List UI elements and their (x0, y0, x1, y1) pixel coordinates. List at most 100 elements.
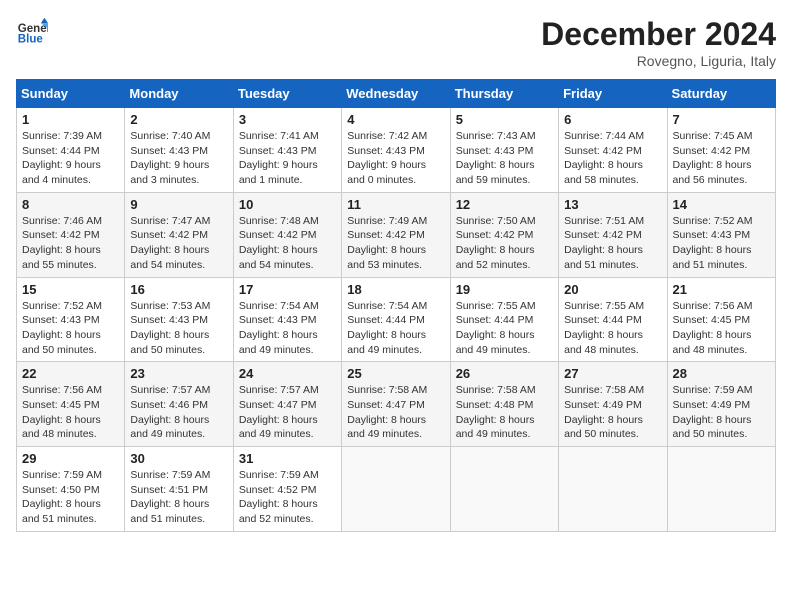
day-info: Sunrise: 7:56 AM Sunset: 4:45 PM Dayligh… (22, 383, 119, 442)
day-number: 26 (456, 366, 553, 381)
day-info: Sunrise: 7:55 AM Sunset: 4:44 PM Dayligh… (456, 299, 553, 358)
calendar-cell: 18Sunrise: 7:54 AM Sunset: 4:44 PM Dayli… (342, 277, 450, 362)
day-info: Sunrise: 7:43 AM Sunset: 4:43 PM Dayligh… (456, 129, 553, 188)
week-row-4: 22Sunrise: 7:56 AM Sunset: 4:45 PM Dayli… (17, 362, 776, 447)
day-number: 6 (564, 112, 661, 127)
day-number: 5 (456, 112, 553, 127)
day-number: 20 (564, 282, 661, 297)
calendar-cell: 28Sunrise: 7:59 AM Sunset: 4:49 PM Dayli… (667, 362, 775, 447)
calendar-cell: 13Sunrise: 7:51 AM Sunset: 4:42 PM Dayli… (559, 192, 667, 277)
day-info: Sunrise: 7:54 AM Sunset: 4:43 PM Dayligh… (239, 299, 336, 358)
calendar-cell: 27 Sunrise: 7:58 AM Sunset: 4:49 PM Dayli… (559, 362, 667, 447)
day-number: 28 (673, 366, 770, 381)
day-info: Sunrise: 7:52 AM Sunset: 4:43 PM Dayligh… (22, 299, 119, 358)
day-info: Sunrise: 7:42 AM Sunset: 4:43 PM Dayligh… (347, 129, 444, 188)
day-info: Sunrise: 7:47 AM Sunset: 4:42 PM Dayligh… (130, 214, 227, 273)
calendar-cell: 29Sunrise: 7:59 AM Sunset: 4:50 PM Dayli… (17, 447, 125, 532)
calendar-cell (667, 447, 775, 532)
day-number: 30 (130, 451, 227, 466)
day-number: 13 (564, 197, 661, 212)
day-number: 10 (239, 197, 336, 212)
weekday-header-friday: Friday (559, 80, 667, 108)
day-info: Sunrise: 7:54 AM Sunset: 4:44 PM Dayligh… (347, 299, 444, 358)
day-number: 16 (130, 282, 227, 297)
day-number: 8 (22, 197, 119, 212)
day-number: 27 (564, 366, 661, 381)
day-info: Sunrise: 7:48 AM Sunset: 4:42 PM Dayligh… (239, 214, 336, 273)
calendar-cell: 3 Sunrise: 7:41 AM Sunset: 4:43 PM Daylig… (233, 108, 341, 193)
day-number: 21 (673, 282, 770, 297)
day-info: Sunrise: 7:59 AM Sunset: 4:51 PM Dayligh… (130, 468, 227, 527)
week-row-3: 15 Sunrise: 7:52 AM Sunset: 4:43 PM Dayli… (17, 277, 776, 362)
calendar-cell (559, 447, 667, 532)
calendar-cell: 31 Sunrise: 7:59 AM Sunset: 4:52 PM Dayli… (233, 447, 341, 532)
month-title: December 2024 (541, 16, 776, 53)
calendar-cell: 30 Sunrise: 7:59 AM Sunset: 4:51 PM Dayli… (125, 447, 233, 532)
day-number: 15 (22, 282, 119, 297)
week-row-2: 8 Sunrise: 7:46 AM Sunset: 4:42 PM Daylig… (17, 192, 776, 277)
day-info: Sunrise: 7:53 AM Sunset: 4:43 PM Dayligh… (130, 299, 227, 358)
day-info: Sunrise: 7:59 AM Sunset: 4:52 PM Dayligh… (239, 468, 336, 527)
calendar-cell: 2Sunrise: 7:40 AM Sunset: 4:43 PM Daylig… (125, 108, 233, 193)
calendar-cell (342, 447, 450, 532)
weekday-header-thursday: Thursday (450, 80, 558, 108)
day-number: 31 (239, 451, 336, 466)
week-row-1: 1 Sunrise: 7:39 AM Sunset: 4:44 PM Daylig… (17, 108, 776, 193)
calendar-cell: 4 Sunrise: 7:42 AM Sunset: 4:43 PM Daylig… (342, 108, 450, 193)
calendar-cell: 16 Sunrise: 7:53 AM Sunset: 4:43 PM Dayli… (125, 277, 233, 362)
weekday-header-row: SundayMondayTuesdayWednesdayThursdayFrid… (17, 80, 776, 108)
logo: General Blue (16, 16, 48, 48)
day-number: 12 (456, 197, 553, 212)
page-header: General Blue December 2024 Rovegno, Ligu… (16, 16, 776, 69)
calendar-cell: 24Sunrise: 7:57 AM Sunset: 4:47 PM Dayli… (233, 362, 341, 447)
weekday-header-tuesday: Tuesday (233, 80, 341, 108)
day-info: Sunrise: 7:58 AM Sunset: 4:47 PM Dayligh… (347, 383, 444, 442)
day-number: 4 (347, 112, 444, 127)
day-number: 23 (130, 366, 227, 381)
calendar-table: SundayMondayTuesdayWednesdayThursdayFrid… (16, 79, 776, 532)
calendar-cell: 19 Sunrise: 7:55 AM Sunset: 4:44 PM Dayli… (450, 277, 558, 362)
location-subtitle: Rovegno, Liguria, Italy (541, 53, 776, 69)
day-info: Sunrise: 7:57 AM Sunset: 4:46 PM Dayligh… (130, 383, 227, 442)
logo-icon: General Blue (16, 16, 48, 48)
calendar-cell: 26Sunrise: 7:58 AM Sunset: 4:48 PM Dayli… (450, 362, 558, 447)
day-number: 25 (347, 366, 444, 381)
day-number: 29 (22, 451, 119, 466)
day-info: Sunrise: 7:39 AM Sunset: 4:44 PM Dayligh… (22, 129, 119, 188)
day-info: Sunrise: 7:41 AM Sunset: 4:43 PM Dayligh… (239, 129, 336, 188)
day-info: Sunrise: 7:58 AM Sunset: 4:49 PM Dayligh… (564, 383, 661, 442)
day-number: 14 (673, 197, 770, 212)
weekday-header-wednesday: Wednesday (342, 80, 450, 108)
calendar-cell: 17Sunrise: 7:54 AM Sunset: 4:43 PM Dayli… (233, 277, 341, 362)
calendar-cell: 20 Sunrise: 7:55 AM Sunset: 4:44 PM Dayli… (559, 277, 667, 362)
day-info: Sunrise: 7:57 AM Sunset: 4:47 PM Dayligh… (239, 383, 336, 442)
calendar-cell: 14 Sunrise: 7:52 AM Sunset: 4:43 PM Dayli… (667, 192, 775, 277)
calendar-cell: 1 Sunrise: 7:39 AM Sunset: 4:44 PM Daylig… (17, 108, 125, 193)
calendar-cell: 21 Sunrise: 7:56 AM Sunset: 4:45 PM Dayli… (667, 277, 775, 362)
day-number: 3 (239, 112, 336, 127)
calendar-cell: 11Sunrise: 7:49 AM Sunset: 4:42 PM Dayli… (342, 192, 450, 277)
day-info: Sunrise: 7:55 AM Sunset: 4:44 PM Dayligh… (564, 299, 661, 358)
weekday-header-monday: Monday (125, 80, 233, 108)
day-info: Sunrise: 7:45 AM Sunset: 4:42 PM Dayligh… (673, 129, 770, 188)
day-number: 1 (22, 112, 119, 127)
calendar-cell: 10 Sunrise: 7:48 AM Sunset: 4:42 PM Dayli… (233, 192, 341, 277)
week-row-5: 29Sunrise: 7:59 AM Sunset: 4:50 PM Dayli… (17, 447, 776, 532)
calendar-cell: 23 Sunrise: 7:57 AM Sunset: 4:46 PM Dayli… (125, 362, 233, 447)
day-number: 19 (456, 282, 553, 297)
calendar-cell (450, 447, 558, 532)
calendar-cell: 22Sunrise: 7:56 AM Sunset: 4:45 PM Dayli… (17, 362, 125, 447)
day-info: Sunrise: 7:49 AM Sunset: 4:42 PM Dayligh… (347, 214, 444, 273)
calendar-cell: 25 Sunrise: 7:58 AM Sunset: 4:47 PM Dayli… (342, 362, 450, 447)
calendar-cell: 5 Sunrise: 7:43 AM Sunset: 4:43 PM Daylig… (450, 108, 558, 193)
day-info: Sunrise: 7:56 AM Sunset: 4:45 PM Dayligh… (673, 299, 770, 358)
calendar-cell: 8 Sunrise: 7:46 AM Sunset: 4:42 PM Daylig… (17, 192, 125, 277)
day-info: Sunrise: 7:52 AM Sunset: 4:43 PM Dayligh… (673, 214, 770, 273)
calendar-cell: 6 Sunrise: 7:44 AM Sunset: 4:42 PM Daylig… (559, 108, 667, 193)
calendar-cell: 15 Sunrise: 7:52 AM Sunset: 4:43 PM Dayli… (17, 277, 125, 362)
day-info: Sunrise: 7:40 AM Sunset: 4:43 PM Dayligh… (130, 129, 227, 188)
day-info: Sunrise: 7:44 AM Sunset: 4:42 PM Dayligh… (564, 129, 661, 188)
day-number: 7 (673, 112, 770, 127)
day-info: Sunrise: 7:46 AM Sunset: 4:42 PM Dayligh… (22, 214, 119, 273)
calendar-cell: 12Sunrise: 7:50 AM Sunset: 4:42 PM Dayli… (450, 192, 558, 277)
